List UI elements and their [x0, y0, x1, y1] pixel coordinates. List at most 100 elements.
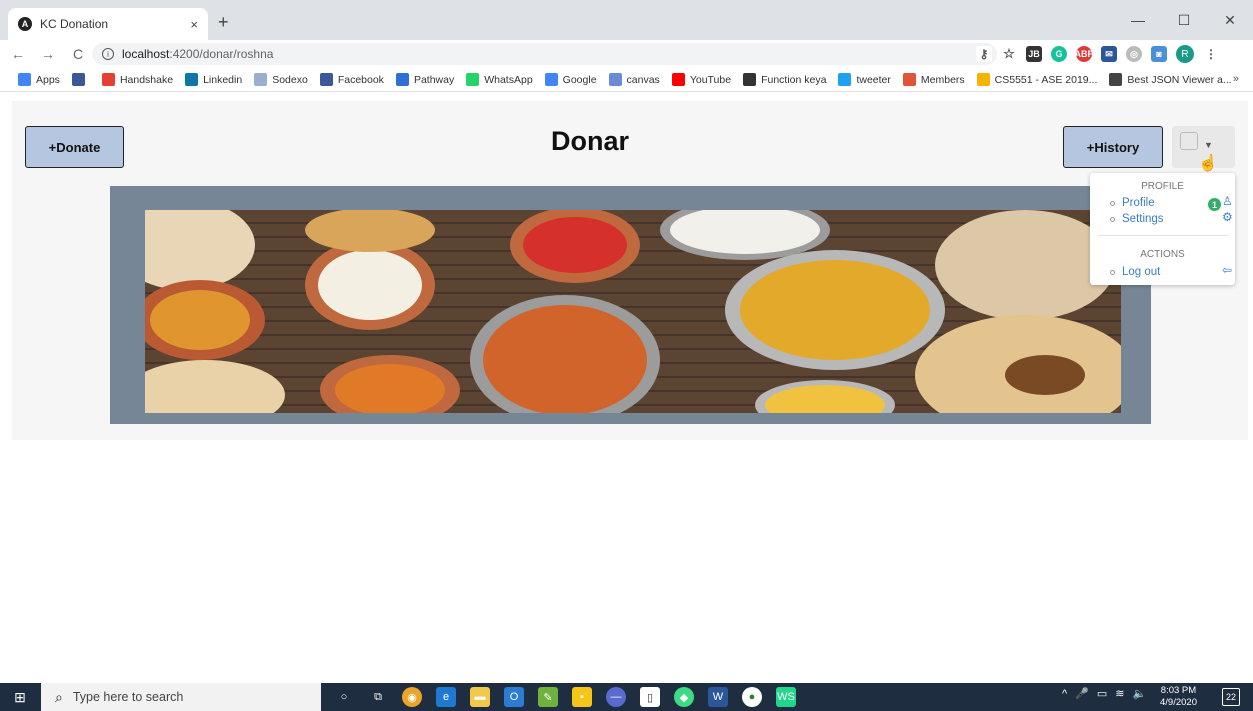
bookmark-item[interactable]: Pathway — [395, 73, 455, 86]
profile-menu-item[interactable]: Profile — [1110, 197, 1155, 209]
bookmark-item[interactable]: Apps — [18, 73, 60, 86]
profile-badge: 1 — [1208, 198, 1221, 211]
minimize-button[interactable]: — — [1115, 0, 1161, 40]
logout-icon: ⇦ — [1222, 263, 1233, 277]
puzzle-extension-icon[interactable]: ◎ — [1126, 46, 1142, 62]
system-tray: ^ 🎤 ▭ ≋ 🔈 — [1062, 687, 1147, 701]
bookmark-label: Members — [920, 73, 965, 86]
adblock-icon[interactable]: ABP — [1075, 46, 1094, 62]
bookmark-label: Facebook — [337, 73, 384, 86]
bookmark-label: Apps — [36, 73, 60, 86]
facebook-icon — [71, 73, 85, 86]
bookmark-item[interactable]: Facebook — [319, 73, 384, 86]
volume-icon[interactable]: 🔈 — [1133, 687, 1147, 700]
actions-section-header: ACTIONS — [1140, 249, 1185, 260]
twitter-icon — [838, 73, 852, 86]
members-icon — [902, 73, 916, 86]
taskbar-search[interactable]: ⌕ Type here to search — [41, 683, 321, 711]
user-dropdown-menu: PROFILE Profile 1 ♙ Settings ⚙ ACTIONS L… — [1090, 173, 1235, 285]
linkedin-icon — [185, 73, 199, 86]
bookmark-item[interactable]: Google — [544, 73, 597, 86]
logout-menu-label: Log out — [1122, 266, 1161, 278]
word-icon[interactable]: W — [708, 687, 728, 707]
wifi-icon[interactable]: ≋ — [1115, 687, 1124, 700]
caret-down-icon: ▼ — [1204, 140, 1213, 150]
bookmarks-overflow-button[interactable]: » — [1233, 73, 1239, 85]
app-icon[interactable]: — — [606, 687, 626, 707]
drive-icon — [976, 73, 990, 86]
webstorm-icon[interactable]: WS — [776, 687, 796, 707]
bookmark-item[interactable]: YouTube — [671, 73, 732, 86]
mongodb-icon[interactable]: ● — [742, 687, 762, 707]
tab-close-icon[interactable]: × — [190, 17, 198, 32]
notepad-icon[interactable]: ▯ — [640, 687, 660, 707]
windows-start-icon[interactable]: ⊞ — [0, 683, 40, 711]
function-icon — [743, 73, 757, 86]
hand-cursor-icon: ☝ — [1198, 155, 1218, 172]
settings-menu-label: Settings — [1122, 213, 1164, 225]
battery-icon[interactable]: ▭ — [1097, 687, 1107, 700]
close-window-button[interactable]: ✕ — [1207, 0, 1253, 40]
microphone-icon[interactable]: 🎤 — [1075, 687, 1089, 700]
back-button[interactable]: ← — [6, 46, 30, 62]
taskbar-search-placeholder: Type here to search — [72, 690, 184, 704]
screenshot-extension-icon[interactable]: ◙ — [1151, 46, 1167, 62]
bookmark-item[interactable]: canvas — [608, 73, 660, 86]
bookmark-label: Pathway — [413, 73, 455, 86]
edge-icon[interactable]: e — [436, 687, 456, 707]
file-explorer-icon[interactable]: ▬ — [470, 687, 490, 707]
forward-button[interactable]: → — [36, 46, 60, 62]
task-view-icon[interactable]: ⧉ — [368, 687, 388, 707]
bookmark-label: Best JSON Viewer a... — [1127, 73, 1232, 86]
bookmark-star-icon[interactable]: ☆ — [1001, 46, 1017, 62]
mail-extension-icon[interactable]: ✉ — [1101, 46, 1117, 62]
chrome-icon[interactable]: ◉ — [402, 687, 422, 707]
settings-menu-item[interactable]: Settings — [1110, 213, 1164, 225]
maximize-button[interactable]: ☐ — [1161, 0, 1207, 40]
history-button[interactable]: +History — [1063, 126, 1163, 168]
menu-kebab-icon[interactable]: ⋮ — [1203, 46, 1219, 62]
site-info-icon[interactable]: i — [102, 48, 114, 60]
search-icon: ⌕ — [55, 688, 63, 705]
jb-extension-icon[interactable]: JB — [1026, 46, 1042, 62]
bookmark-label: YouTube — [689, 73, 732, 86]
key-icon[interactable]: ⚷ — [976, 46, 992, 62]
address-bar[interactable]: i localhost:4200/donar/roshna — [92, 43, 997, 65]
cortana-icon[interactable]: ○ — [334, 687, 354, 707]
outlook-icon[interactable]: O — [504, 687, 524, 707]
bookmark-item[interactable]: Best JSON Viewer a... — [1109, 73, 1232, 86]
profile-avatar[interactable]: R — [1176, 45, 1194, 63]
bookmark-item[interactable]: WhatsApp — [466, 73, 533, 86]
new-tab-button[interactable]: + — [218, 12, 229, 33]
donate-button[interactable]: +Donate — [25, 126, 124, 168]
google-icon — [544, 73, 558, 86]
notification-center-icon[interactable]: 22 — [1222, 688, 1240, 706]
bookmark-label: tweeter — [856, 73, 891, 86]
bookmark-item[interactable]: Linkedin — [185, 73, 242, 86]
bookmark-item[interactable]: Members — [902, 73, 965, 86]
windows-taskbar: ⊞ ⌕ Type here to search ○ ⧉ ◉ e ▬ O ✎ ▪ … — [0, 683, 1253, 711]
bookmark-item[interactable]: tweeter — [838, 73, 891, 86]
bookmark-item[interactable]: CS5551 - ASE 2019... — [976, 73, 1097, 86]
user-icon — [1180, 132, 1198, 150]
android-studio-icon[interactable]: ◆ — [674, 687, 694, 707]
pathway-icon — [395, 73, 409, 86]
extension-icons: ⚷ ☆ JB G ABP ✉ ◎ ◙ R ⋮ — [976, 45, 1219, 63]
handshake-icon — [101, 73, 115, 86]
taskbar-clock[interactable]: 8:03 PM 4/9/2020 — [1160, 685, 1197, 709]
bookmark-item[interactable]: Handshake — [101, 73, 174, 86]
bullet-icon — [1110, 200, 1115, 206]
sticky-notes-icon[interactable]: ▪ — [572, 687, 592, 707]
reload-button[interactable]: C — [66, 46, 90, 62]
bookmark-item[interactable]: Sodexo — [254, 73, 308, 86]
browser-tab[interactable]: A KC Donation × — [8, 8, 208, 40]
bullet-icon — [1110, 269, 1115, 275]
bookmark-label: Handshake — [119, 73, 174, 86]
tray-chevron-icon[interactable]: ^ — [1062, 688, 1067, 700]
bookmark-item[interactable] — [71, 73, 90, 86]
bookmark-item[interactable]: Function keya — [743, 73, 826, 86]
logout-menu-item[interactable]: Log out — [1110, 266, 1160, 278]
cb-icon — [1109, 73, 1123, 86]
grammarly-icon[interactable]: G — [1051, 46, 1067, 62]
paint-icon[interactable]: ✎ — [538, 687, 558, 707]
